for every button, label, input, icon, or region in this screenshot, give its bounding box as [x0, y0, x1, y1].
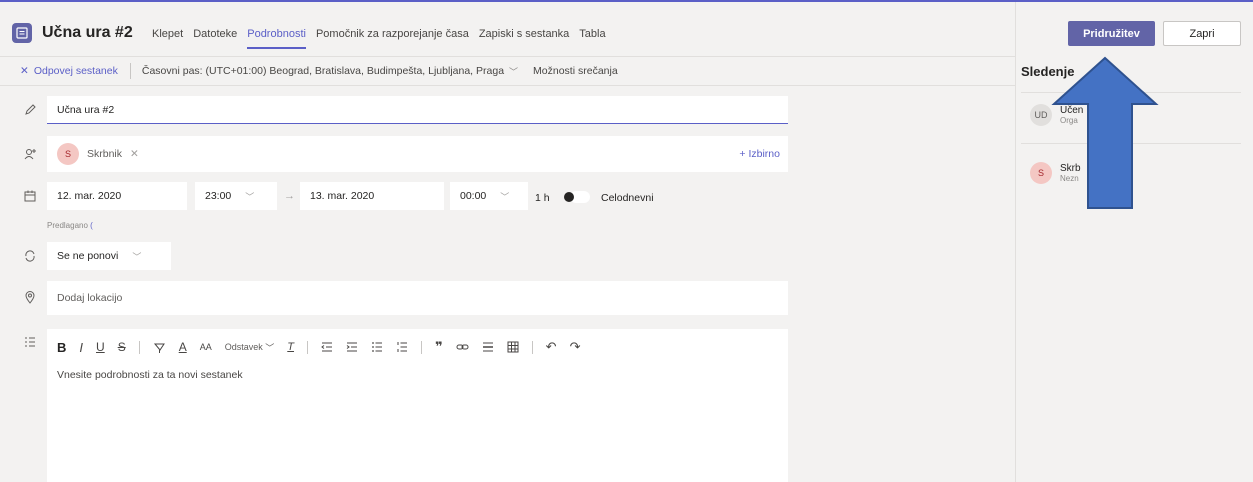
tab-scheduling-assistant[interactable]: Pomočnik za razporejanje časa: [316, 28, 469, 49]
paragraph-dropdown[interactable]: Odstavek ﹀: [225, 341, 275, 354]
tab-whiteboard[interactable]: Tabla: [579, 28, 605, 49]
repeat-dropdown[interactable]: Se ne ponovi ﹀: [47, 242, 171, 270]
top-bar: Učna ura #2 Klepet Datoteke Podrobnosti …: [0, 0, 1253, 58]
divider: [531, 340, 533, 354]
chevron-down-icon: ﹀: [500, 191, 510, 202]
details-editor[interactable]: B I U S A AA Odstavek ﹀ T ❞ ↶ ↷ Vnesite …: [47, 329, 788, 482]
font-color-icon[interactable]: A: [179, 340, 187, 354]
location-icon: [22, 289, 38, 305]
repeat-value: Se ne ponovi: [57, 250, 119, 262]
table-icon[interactable]: [507, 341, 519, 353]
quote-icon[interactable]: ❞: [435, 339, 443, 355]
start-time-value: 23:00: [205, 190, 232, 202]
timezone-label: Časovni pas: (UTC+01:00) Beograd, Bratis…: [141, 65, 505, 77]
end-time-value: 00:00: [460, 190, 487, 202]
title-input[interactable]: Učna ura #2: [47, 96, 788, 124]
outdent-icon[interactable]: [321, 341, 333, 353]
divider: [1015, 2, 1016, 58]
cancel-meeting-label: Odpovej sestanek: [33, 65, 118, 77]
start-time-dropdown[interactable]: 23:00 ﹀: [195, 182, 277, 210]
location-input[interactable]: Dodaj lokacijo: [47, 281, 788, 315]
horizontal-rule-icon[interactable]: [482, 341, 494, 353]
toggle-knob: [564, 192, 574, 202]
format-toolbar: B I U S A AA Odstavek ﹀ T ❞ ↶ ↷: [57, 338, 593, 356]
repeat-icon: [22, 248, 38, 264]
meeting-options-link[interactable]: Možnosti srečanja: [533, 65, 618, 77]
suggested-label: Predlagano (: [47, 221, 93, 230]
tab-chat[interactable]: Klepet: [152, 28, 183, 49]
duration-label: 1 h: [535, 192, 550, 204]
tab-meeting-notes[interactable]: Zapiski s sestanka: [479, 28, 569, 49]
pencil-icon: [22, 102, 38, 118]
redo-icon[interactable]: ↷: [570, 339, 581, 355]
join-button[interactable]: Pridružitev: [1068, 21, 1155, 46]
undo-icon[interactable]: ↶: [546, 339, 557, 355]
details-placeholder: Vnesite podrobnosti za ta novi sestanek: [57, 369, 243, 381]
clear-format-icon[interactable]: T: [287, 341, 294, 353]
close-button[interactable]: Zapri: [1163, 21, 1241, 46]
divider: [421, 340, 423, 354]
cancel-meeting-button[interactable]: ✕ Odpovej sestanek: [20, 65, 118, 77]
calendar-icon: [22, 188, 38, 204]
chevron-down-icon: ﹀: [509, 66, 519, 77]
timezone-dropdown[interactable]: Časovni pas: (UTC+01:00) Beograd, Bratis…: [142, 65, 518, 78]
attendee-chip: S Skrbnik ✕: [57, 143, 139, 165]
underline-icon[interactable]: U: [96, 340, 105, 354]
avatar: UD: [1030, 104, 1052, 126]
optional-attendees-link[interactable]: + Izbirno: [739, 148, 780, 160]
add-people-icon: [22, 146, 38, 162]
end-time-dropdown[interactable]: 00:00 ﹀: [450, 182, 528, 210]
tab-details[interactable]: Podrobnosti: [247, 28, 306, 49]
attendee-name: Skrbnik: [87, 148, 123, 160]
arrow-right-icon: →: [284, 190, 295, 202]
divider: [307, 340, 309, 354]
tab-list: Klepet Datoteke Podrobnosti Pomočnik za …: [152, 28, 616, 49]
annotation-arrow-up-icon: [1051, 56, 1159, 209]
highlight-icon[interactable]: [153, 341, 166, 354]
chevron-down-icon: ﹀: [132, 251, 142, 262]
all-day-label: Celodnevni: [601, 192, 654, 204]
meeting-title: Učna ura #2: [42, 24, 133, 41]
chevron-down-icon: ﹀: [245, 191, 255, 202]
remove-icon[interactable]: ✕: [130, 148, 139, 160]
divider: [138, 340, 140, 354]
details-list-icon: [22, 334, 38, 350]
end-date-input[interactable]: 13. mar. 2020: [300, 182, 444, 210]
meeting-icon: [12, 23, 32, 43]
avatar: S: [1030, 162, 1052, 184]
italic-icon[interactable]: I: [79, 340, 83, 355]
all-day-toggle[interactable]: [562, 191, 590, 203]
start-date-input[interactable]: 12. mar. 2020: [47, 182, 187, 210]
attendees-field[interactable]: S Skrbnik ✕ + Izbirno: [47, 136, 788, 172]
font-size-icon[interactable]: AA: [200, 342, 212, 352]
tab-files[interactable]: Datoteke: [193, 28, 237, 49]
indent-icon[interactable]: [346, 341, 358, 353]
bulleted-list-icon[interactable]: [371, 341, 383, 353]
strikethrough-icon[interactable]: S: [118, 340, 126, 354]
bold-icon[interactable]: B: [57, 340, 66, 355]
avatar: S: [57, 143, 79, 165]
divider: [129, 63, 131, 79]
close-icon: ✕: [20, 65, 29, 77]
command-bar: ✕ Odpovej sestanek Časovni pas: (UTC+01:…: [0, 56, 1015, 86]
link-icon[interactable]: [456, 341, 469, 353]
numbered-list-icon[interactable]: [396, 341, 408, 353]
